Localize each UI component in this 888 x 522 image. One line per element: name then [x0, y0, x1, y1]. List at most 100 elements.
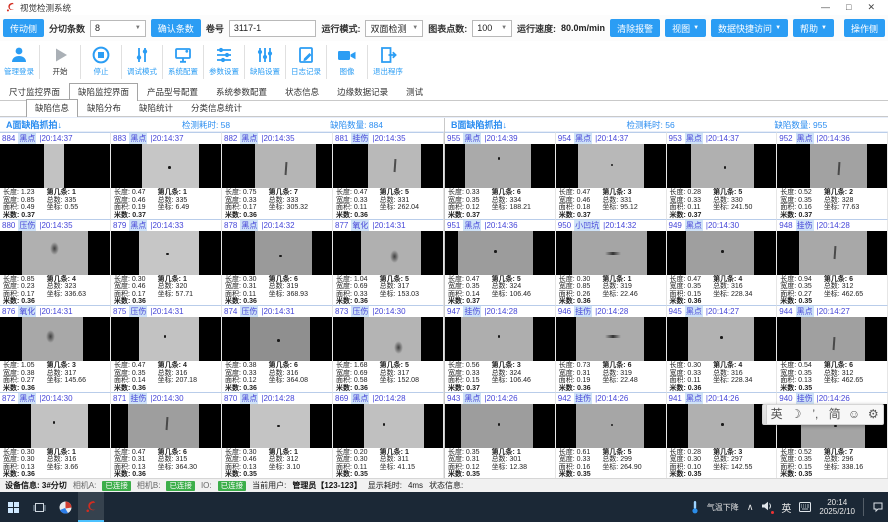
defect-image[interactable]	[667, 404, 777, 448]
action-user-button[interactable]: 管理登录	[2, 42, 36, 77]
defect-cell-954[interactable]: 954黑点|20:14:37长度: 0.47宽度: 0.46面积: 0.18米数…	[556, 132, 667, 219]
action-stop-button[interactable]: 停止	[84, 42, 118, 77]
tab-边缘数据记录[interactable]: 边缘数据记录	[328, 83, 397, 100]
defect-cell-875[interactable]: 875压伤|20:14:31长度: 0.47宽度: 0.35面积: 0.14米数…	[111, 305, 222, 392]
defect-cell-880[interactable]: 880压伤|20:14:35长度: 0.85宽度: 0.23面积: 0.17米数…	[0, 219, 111, 306]
defect-cell-870[interactable]: 870黑点|20:14:28长度: 0.30宽度: 0.46面积: 0.13米数…	[222, 392, 333, 479]
defect-image[interactable]	[222, 231, 332, 275]
ime-punct-icon[interactable]: ’,	[806, 405, 825, 424]
ime-language-indicator[interactable]: 英	[781, 500, 791, 515]
ime-lang-toggle[interactable]: 英	[767, 405, 786, 424]
tab-缺陷监控界面[interactable]: 缺陷监控界面	[69, 83, 138, 101]
tab-状态信息[interactable]: 状态信息	[276, 83, 328, 100]
defect-image[interactable]	[333, 144, 443, 188]
defect-image[interactable]	[333, 231, 443, 275]
defect-image[interactable]	[445, 231, 555, 275]
operator-side-button[interactable]: 操作侧	[844, 19, 885, 37]
defect-image[interactable]	[333, 404, 443, 448]
defect-cell-944[interactable]: 944黑点|20:14:27长度: 0.54宽度: 0.35面积: 0.13米数…	[777, 305, 888, 392]
defect-cell-947[interactable]: 947挂伤|20:14:28长度: 0.56宽度: 0.33面积: 0.15米数…	[445, 305, 556, 392]
action-play-button[interactable]: 开始	[43, 42, 77, 77]
action-center-icon[interactable]	[872, 501, 884, 513]
defect-image[interactable]	[111, 231, 221, 275]
chart-points-select[interactable]: 100 ▼	[472, 20, 512, 37]
defect-image[interactable]	[556, 144, 666, 188]
defect-cell-873[interactable]: 873压伤|20:14:30长度: 1.68宽度: 0.69面积: 0.58米数…	[333, 305, 444, 392]
confirm-count-button[interactable]: 确认条数	[151, 19, 201, 37]
defect-cell-952[interactable]: 952黑点|20:14:36长度: 0.52宽度: 0.35面积: 0.16米数…	[777, 132, 888, 219]
defect-cell-953[interactable]: 953黑点|20:14:37长度: 0.28宽度: 0.33面积: 0.11米数…	[667, 132, 778, 219]
maximize-icon[interactable]: □	[846, 2, 851, 13]
help-menu-button[interactable]: 帮助 ▼	[793, 19, 834, 37]
defect-image[interactable]	[111, 404, 221, 448]
defect-image[interactable]	[222, 404, 332, 448]
defect-image[interactable]	[667, 231, 777, 275]
ime-settings-gear-icon[interactable]: ⚙	[864, 405, 883, 424]
defect-image[interactable]	[445, 317, 555, 361]
browser-taskbar-icon[interactable]	[52, 492, 78, 522]
action-monitor-button[interactable]: 系统配置	[166, 42, 200, 77]
defect-cell-946[interactable]: 946挂伤|20:14:28长度: 0.73宽度: 0.31面积: 0.19米数…	[556, 305, 667, 392]
data-quick-access-button[interactable]: 数据快捷访问 ▼	[711, 19, 788, 37]
slit-count-select[interactable]: 8 ▼	[90, 20, 146, 37]
defect-image[interactable]	[111, 144, 221, 188]
defect-cell-949[interactable]: 949黑点|20:14:30长度: 0.47宽度: 0.35面积: 0.15米数…	[667, 219, 778, 306]
roll-number-input[interactable]: 3117-1	[229, 20, 317, 37]
action-sliderv-button[interactable]: 缺陷设置	[248, 42, 282, 77]
defect-image[interactable]	[0, 404, 110, 448]
clear-alarm-button[interactable]: 清除报警	[610, 19, 660, 37]
panel-title[interactable]: B面缺陷抓拍↓	[451, 118, 507, 131]
defect-image[interactable]	[556, 317, 666, 361]
defect-image[interactable]	[667, 144, 777, 188]
defect-cell-943[interactable]: 943黑点|20:14:26长度: 0.35宽度: 0.31面积: 0.12米数…	[445, 392, 556, 479]
action-sliderh-button[interactable]: 参数设置	[207, 42, 241, 77]
defect-cell-951[interactable]: 951黑点|20:14:36长度: 0.47宽度: 0.35面积: 0.14米数…	[445, 219, 556, 306]
defect-image[interactable]	[0, 144, 110, 188]
close-icon[interactable]: ✕	[867, 2, 875, 13]
drive-side-button[interactable]: 传动侧	[3, 19, 44, 37]
volume-icon[interactable]	[761, 500, 773, 514]
taskbar-clock[interactable]: 20:14 2025/2/10	[819, 498, 855, 516]
defect-image[interactable]	[556, 231, 666, 275]
defect-image[interactable]	[777, 144, 887, 188]
view-menu-button[interactable]: 视图 ▼	[665, 19, 706, 37]
task-view-button[interactable]	[26, 492, 52, 522]
defect-cell-872[interactable]: 872黑点|20:14:30长度: 0.30宽度: 0.30面积: 0.13米数…	[0, 392, 111, 479]
minimize-icon[interactable]: —	[821, 2, 830, 13]
subtab-分类信息统计[interactable]: 分类信息统计	[182, 99, 251, 116]
defect-cell-874[interactable]: 874压伤|20:14:31长度: 0.38宽度: 0.33面积: 0.12米数…	[222, 305, 333, 392]
tray-expand-icon[interactable]: ∧	[747, 502, 754, 513]
run-mode-select[interactable]: 双面检测 ▼	[365, 20, 423, 37]
defect-cell-869[interactable]: 869黑点|20:14:28长度: 0.20宽度: 0.30面积: 0.11米数…	[333, 392, 444, 479]
inspection-app-taskbar-icon[interactable]	[78, 492, 104, 522]
defect-cell-941[interactable]: 941黑点|20:14:26长度: 0.28宽度: 0.30面积: 0.10米数…	[667, 392, 778, 479]
ime-toolbar[interactable]: 英☽’,简☺⚙	[762, 404, 884, 425]
defect-cell-955[interactable]: 955黑点|20:14:39长度: 0.33宽度: 0.35面积: 0.12米数…	[445, 132, 556, 219]
defect-image[interactable]	[445, 144, 555, 188]
touch-keyboard-icon[interactable]	[799, 502, 811, 512]
defect-cell-942[interactable]: 942挂伤|20:14:26长度: 0.61宽度: 0.33面积: 0.16米数…	[556, 392, 667, 479]
tab-产品型号配置[interactable]: 产品型号配置	[138, 83, 207, 100]
defect-cell-884[interactable]: 884黑点|20:14:37长度: 1.23宽度: 0.85面积: 0.49米数…	[0, 132, 111, 219]
action-exit-button[interactable]: 退出程序	[371, 42, 405, 77]
weather-ticker[interactable]: 气温下降	[707, 502, 739, 513]
defect-cell-945[interactable]: 945黑点|20:14:27长度: 0.30宽度: 0.33面积: 0.11米数…	[667, 305, 778, 392]
subtab-缺陷信息[interactable]: 缺陷信息	[26, 99, 78, 117]
defect-cell-882[interactable]: 882黑点|20:14:35长度: 0.75宽度: 0.33面积: 0.17米数…	[222, 132, 333, 219]
defect-image[interactable]	[667, 317, 777, 361]
defect-image[interactable]	[445, 404, 555, 448]
defect-cell-878[interactable]: 878黑点|20:14:32长度: 0.30宽度: 0.31面积: 0.11米数…	[222, 219, 333, 306]
defect-cell-950[interactable]: 950小凹坑|20:14:32长度: 0.30宽度: 0.85面积: 0.26米…	[556, 219, 667, 306]
subtab-缺陷统计[interactable]: 缺陷统计	[130, 99, 182, 116]
action-log-button[interactable]: 日志记录	[289, 42, 323, 77]
defect-image[interactable]	[222, 317, 332, 361]
tab-尺寸监控界面[interactable]: 尺寸监控界面	[0, 83, 69, 100]
defect-image[interactable]	[222, 144, 332, 188]
defect-image[interactable]	[0, 231, 110, 275]
ime-simplified-toggle[interactable]: 简	[825, 405, 844, 424]
defect-image[interactable]	[0, 317, 110, 361]
defect-image[interactable]	[777, 317, 887, 361]
defect-image[interactable]	[777, 231, 887, 275]
action-camera-button[interactable]: 图像	[330, 42, 364, 77]
start-button[interactable]	[0, 492, 26, 522]
